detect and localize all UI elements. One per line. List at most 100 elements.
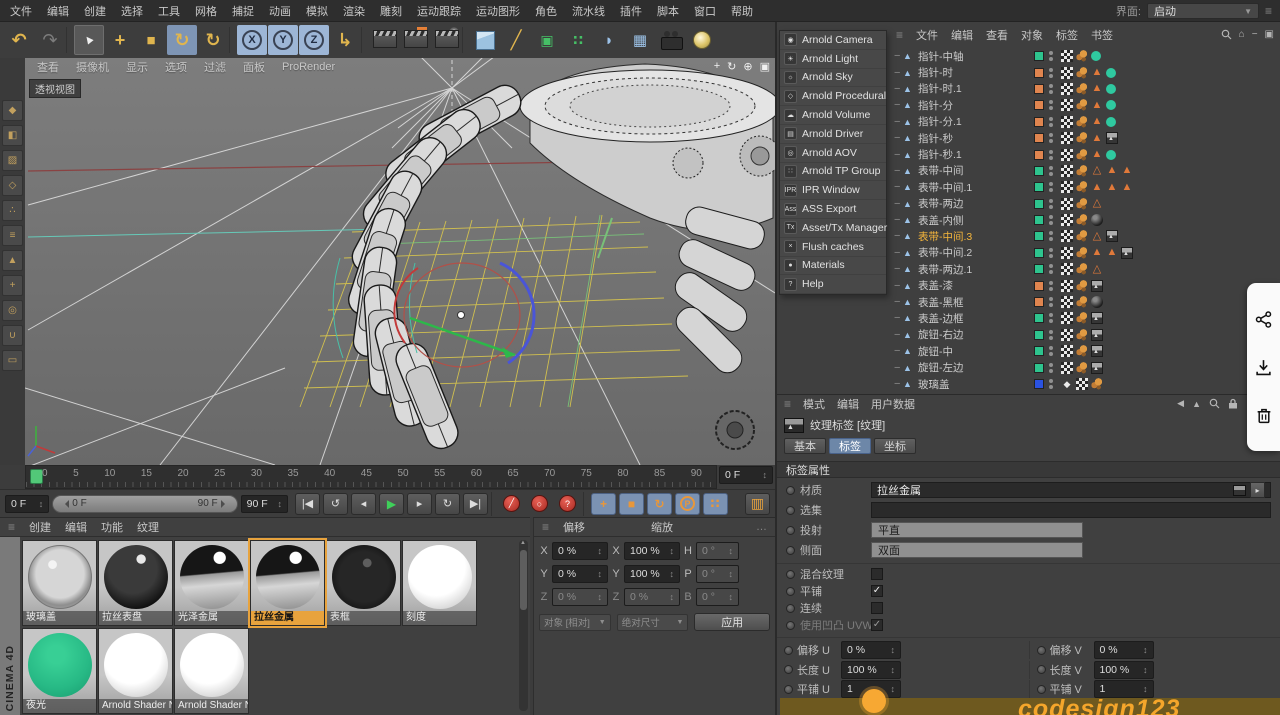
add-environment-button[interactable]: ▦ <box>625 25 655 55</box>
transport-separator[interactable] <box>491 492 496 516</box>
search-icon[interactable] <box>1221 29 1232 40</box>
object-row[interactable]: − ▲ 指针-秒 <box>889 130 1280 146</box>
object-name[interactable]: 指针-分.1 <box>918 114 1034 129</box>
material-name[interactable]: 表框 <box>327 611 400 625</box>
object-row[interactable]: − ▲ 表盖-漆 <box>889 277 1280 293</box>
object-row[interactable]: − ▲ 旋钮-中 <box>889 343 1280 359</box>
coordinate-system-button[interactable]: ↳ <box>330 25 360 55</box>
teal-tag-icon[interactable] <box>1106 68 1116 78</box>
object-row[interactable]: − ▲ 表带-中间.3 <box>889 228 1280 244</box>
layer-color-swatch[interactable] <box>1034 84 1044 94</box>
animation-dot-icon[interactable] <box>784 646 793 655</box>
arnold-aov-item[interactable]: ◎ Arnold AOV <box>780 144 886 163</box>
dark-tag-icon[interactable] <box>1091 214 1103 226</box>
teal-tag-icon[interactable] <box>1091 51 1101 61</box>
object-name[interactable]: 表盖-黑框 <box>918 295 1034 310</box>
menubar-item[interactable]: 流水线 <box>572 3 605 19</box>
scale-field[interactable]: 100 %↕ <box>624 542 680 560</box>
menubar-item[interactable]: 运动跟踪 <box>417 3 461 19</box>
material-link-field[interactable]: 拉丝金属 ▸ <box>871 482 1271 498</box>
key-rotation-button[interactable]: ↻ <box>647 493 672 515</box>
checker-tag-icon[interactable] <box>1061 165 1073 177</box>
visibility-dots-icon[interactable] <box>1049 231 1055 241</box>
enable-axis-button[interactable]: + <box>2 275 23 296</box>
menubar-item[interactable]: 选择 <box>121 3 143 19</box>
animation-dot-icon[interactable] <box>1037 685 1046 694</box>
material-name[interactable]: Arnold Shader N <box>99 699 172 713</box>
autokey-button[interactable]: ○ <box>527 493 552 515</box>
minimize-icon[interactable]: − <box>1252 29 1258 40</box>
viewport-menu-item[interactable]: 显示 <box>126 59 148 75</box>
layout-menu-icon[interactable]: ≡ <box>1265 4 1272 18</box>
viewport-menu-item[interactable]: ProRender <box>282 61 335 73</box>
checkbox[interactable]: ✓ <box>871 619 883 631</box>
size-dropdown[interactable]: 绝对尺寸▼ <box>617 614 689 631</box>
menubar-item[interactable]: 窗口 <box>694 3 716 19</box>
layer-color-swatch[interactable] <box>1034 215 1044 225</box>
phong-tag-icon[interactable] <box>1091 378 1103 390</box>
object-name[interactable]: 表带-两边 <box>918 196 1034 211</box>
checker-tag-icon[interactable] <box>1061 214 1073 226</box>
object-name[interactable]: 表带-中间.2 <box>918 245 1034 260</box>
render-view-button[interactable] <box>369 25 399 55</box>
trash-icon[interactable] <box>1256 407 1272 424</box>
object-name[interactable]: 指针-时 <box>918 65 1034 80</box>
last-used-tool-rotate[interactable]: ↻ <box>198 25 228 55</box>
side-dropdown[interactable]: 双面 <box>871 542 1083 558</box>
tri-tag-icon[interactable] <box>1121 181 1133 193</box>
pan-view-button[interactable]: + <box>714 60 720 73</box>
help-item[interactable]: ? Help <box>780 275 886 294</box>
checker-tag-icon[interactable] <box>1061 181 1073 193</box>
object-manager-menu-item[interactable]: 编辑 <box>951 27 973 43</box>
lock-x-axis-button[interactable]: X <box>237 25 267 55</box>
layer-color-swatch[interactable] <box>1034 313 1044 323</box>
object-name[interactable]: 表带-两边.1 <box>918 262 1034 277</box>
visibility-dots-icon[interactable] <box>1049 297 1055 307</box>
photo-tag-icon[interactable] <box>1091 280 1103 292</box>
animation-dot-icon[interactable] <box>786 546 795 555</box>
uv-value-field[interactable]: 0 %↕ <box>1094 641 1154 659</box>
viewport-solo-button[interactable]: ◎ <box>2 300 23 321</box>
zoom-view-button[interactable]: ⊕ <box>743 60 752 73</box>
object-row[interactable]: − ▲ 表带-两边.1 <box>889 261 1280 277</box>
menubar-item[interactable]: 工具 <box>158 3 180 19</box>
material-picker-button[interactable]: ▸ <box>1250 482 1265 498</box>
offset-field[interactable]: 0 %↕ <box>552 588 608 606</box>
interface-dropdown[interactable]: 启动▼ <box>1147 3 1259 19</box>
checker-tag-icon[interactable] <box>1061 83 1073 95</box>
menubar-item[interactable]: 雕刻 <box>380 3 402 19</box>
animation-dot-icon[interactable] <box>786 526 795 535</box>
attribute-menu-item[interactable]: 用户数据 <box>871 396 915 412</box>
visibility-dots-icon[interactable] <box>1049 51 1055 61</box>
material-swatch[interactable]: 拉丝金属 <box>250 540 325 626</box>
arnold-driver-item[interactable]: ▤ Arnold Driver <box>780 125 886 144</box>
visibility-dots-icon[interactable] <box>1049 264 1055 274</box>
goto-end-button[interactable]: ▶| <box>463 493 488 515</box>
tri-tag-icon[interactable] <box>1091 149 1103 161</box>
animation-dot-icon[interactable] <box>784 665 793 674</box>
object-row[interactable]: − ▲ 表带-中间.2 <box>889 245 1280 261</box>
object-name[interactable]: 指针-分 <box>918 98 1034 113</box>
material-name[interactable]: 拉丝金属 <box>251 611 324 625</box>
arnold-volume-item[interactable]: ☁ Arnold Volume <box>780 106 886 125</box>
attribute-tab[interactable]: 坐标 <box>874 438 916 454</box>
phong-tag-icon[interactable] <box>1076 67 1088 79</box>
flush-caches-item[interactable]: × Flush caches <box>780 238 886 257</box>
layer-color-swatch[interactable] <box>1034 150 1044 160</box>
object-row[interactable]: − ▲ 指针-秒.1 <box>889 146 1280 162</box>
material-scrollbar[interactable] <box>519 540 528 711</box>
object-name[interactable]: 表盖-内侧 <box>918 213 1034 228</box>
material-swatch[interactable]: 玻璃盖 <box>22 540 97 626</box>
tri-tag-icon[interactable] <box>1091 181 1103 193</box>
add-deformer-button[interactable]: ◗ <box>594 25 624 55</box>
material-menu-item[interactable]: 纹理 <box>137 519 159 535</box>
viewport-canvas[interactable] <box>25 58 775 465</box>
materials-item[interactable]: ● Materials <box>780 257 886 276</box>
live-selection-tool[interactable]: ▲ <box>74 25 104 55</box>
checker-tag-icon[interactable] <box>1076 378 1088 390</box>
checker-tag-icon[interactable] <box>1061 50 1073 62</box>
render-picture-viewer-button[interactable] <box>400 25 430 55</box>
checker-tag-icon[interactable] <box>1061 132 1073 144</box>
checkbox[interactable] <box>871 568 883 580</box>
object-name[interactable]: 表盖-漆 <box>918 278 1034 293</box>
